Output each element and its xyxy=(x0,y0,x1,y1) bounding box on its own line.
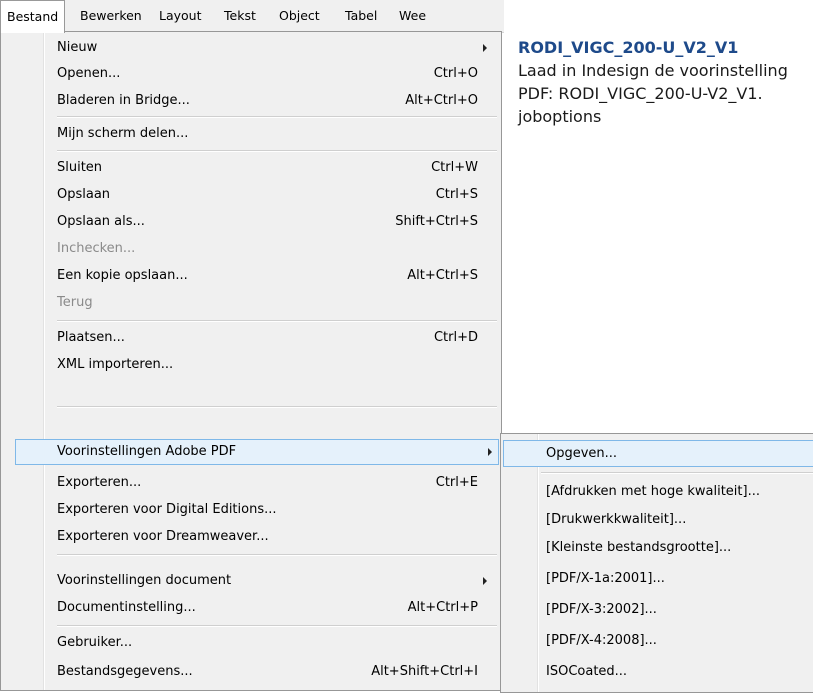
menu-bewerken[interactable]: Bewerken xyxy=(80,0,142,32)
menu-item-shortcut: Ctrl+S xyxy=(435,187,478,202)
menu-item-shortcut: Alt+Ctrl+S xyxy=(407,268,478,283)
menu-item-voorinstellingen-document[interactable]: Voorinstellingen document xyxy=(15,568,493,594)
menu-item-shortcut: Alt+Shift+Ctrl+I xyxy=(371,664,478,679)
menu-item-label: Openen... xyxy=(57,66,121,81)
instruction-note: RODI_VIGC_200-U_V2_V1 Laad in Indesign d… xyxy=(518,36,810,128)
menu-item-label: Sluiten xyxy=(57,160,103,175)
menu-item-opslaan[interactable]: Opslaan Ctrl+S xyxy=(15,182,493,208)
menu-separator xyxy=(57,625,497,627)
menu-object[interactable]: Object xyxy=(279,0,320,32)
menu-item-documentinstelling[interactable]: Documentinstelling... Alt+Ctrl+P xyxy=(15,595,493,621)
menu-item-bestandsgegevens[interactable]: Bestandsgegevens... Alt+Shift+Ctrl+I xyxy=(15,659,493,685)
note-body: Laad in Indesign de voorinstelling PDF: … xyxy=(518,61,788,126)
submenu-item-label: ISOCoated... xyxy=(546,664,628,679)
menu-item-label: Exporteren... xyxy=(57,475,142,490)
submenu-item-drukwerkkwaliteit[interactable]: [Drukwerkkwaliteit]... xyxy=(503,506,813,533)
menu-item-label: Mijn scherm delen... xyxy=(57,126,189,141)
menu-item-shortcut: Ctrl+D xyxy=(433,330,478,345)
menu-item-nieuw[interactable]: Nieuw xyxy=(15,35,493,61)
menu-item-exporteren-digital-editions[interactable]: Exporteren voor Digital Editions... xyxy=(15,497,493,523)
menu-item-exporteren[interactable]: Exporteren... Ctrl+E xyxy=(15,470,493,496)
menu-item-sluiten[interactable]: Sluiten Ctrl+W xyxy=(15,155,493,181)
menu-item-label: Inchecken... xyxy=(57,241,136,256)
menu-item-openen[interactable]: Openen... Ctrl+O xyxy=(15,61,493,87)
menu-item-label: Opslaan xyxy=(57,187,111,202)
menu-separator xyxy=(57,116,497,118)
bestand-dropdown: Nieuw Openen... Ctrl+O Bladeren in Bridg… xyxy=(0,31,502,691)
menu-item-label: Exporteren voor Digital Editions... xyxy=(57,502,277,517)
menu-item-voorinstellingen-adobe-pdf[interactable]: Voorinstellingen Adobe PDF xyxy=(15,439,499,465)
menu-item-label: Een kopie opslaan... xyxy=(57,268,188,283)
menu-item-label: Gebruiker... xyxy=(57,635,133,650)
submenu-arrow-icon xyxy=(483,44,487,52)
menu-item-shortcut: Ctrl+O xyxy=(433,66,478,81)
menu-item-label: Plaatsen... xyxy=(57,330,125,345)
menu-tekst[interactable]: Tekst xyxy=(224,0,256,32)
submenu-item-label: [Afdrukken met hoge kwaliteit]... xyxy=(546,484,760,499)
menu-bestand[interactable]: Bestand xyxy=(0,0,66,33)
menu-item-label: Voorinstellingen Adobe PDF xyxy=(57,444,237,459)
menu-item-label: Bladeren in Bridge... xyxy=(57,93,190,108)
menu-item-label: Voorinstellingen document xyxy=(57,573,232,588)
menu-item-shortcut: Ctrl+W xyxy=(431,160,478,175)
menu-item-shortcut: Alt+Ctrl+P xyxy=(407,600,478,615)
menu-item-plaatsen[interactable]: Plaatsen... Ctrl+D xyxy=(15,325,493,351)
menu-item-label: XML importeren... xyxy=(57,357,174,372)
submenu-item-label: [Drukwerkkwaliteit]... xyxy=(546,512,687,527)
menu-item-label: Documentinstelling... xyxy=(57,600,196,615)
menu-item-label: Exporteren voor Dreamweaver... xyxy=(57,529,269,544)
submenu-item-kleinste-bestandsgrootte[interactable]: [Kleinste bestandsgrootte]... xyxy=(503,534,813,561)
menu-item-shortcut: Alt+Ctrl+O xyxy=(405,93,478,108)
menu-item-een-kopie-opslaan[interactable]: Een kopie opslaan... Alt+Ctrl+S xyxy=(15,263,493,289)
menu-item-exporteren-dreamweaver[interactable]: Exporteren voor Dreamweaver... xyxy=(15,524,493,550)
menu-item-bladeren-in-bridge[interactable]: Bladeren in Bridge... Alt+Ctrl+O xyxy=(15,88,493,114)
submenu-item-pdfx-1a-2001[interactable]: [PDF/X-1a:2001]... xyxy=(503,565,813,592)
submenu-item-afdrukken-hoge-kwaliteit[interactable]: [Afdrukken met hoge kwaliteit]... xyxy=(503,478,813,505)
submenu-item-label: Opgeven... xyxy=(546,446,618,461)
menu-item-label: Opslaan als... xyxy=(57,214,145,229)
adobe-pdf-presets-submenu: Opgeven... [Afdrukken met hoge kwaliteit… xyxy=(500,433,813,693)
menu-separator xyxy=(57,554,497,556)
submenu-arrow-icon xyxy=(483,577,487,585)
menu-item-gebruiker[interactable]: Gebruiker... xyxy=(15,630,493,656)
menu-item-xml-importeren[interactable]: XML importeren... xyxy=(15,352,493,378)
menu-item-inchecken: Inchecken... xyxy=(15,236,493,262)
menu-layout[interactable]: Layout xyxy=(159,0,202,32)
submenu-item-isocoated[interactable]: ISOCoated... xyxy=(503,658,813,685)
menu-separator xyxy=(57,320,497,322)
menu-item-mijn-scherm-delen[interactable]: Mijn scherm delen... xyxy=(15,121,493,147)
submenu-arrow-icon xyxy=(488,448,492,456)
note-title: RODI_VIGC_200-U_V2_V1 xyxy=(518,38,739,57)
menu-separator xyxy=(57,406,497,408)
menu-bestand-label: Bestand xyxy=(7,9,59,24)
menu-tabel[interactable]: Tabel xyxy=(345,0,377,32)
menu-bar: Bestand Bewerken Layout Tekst Object Tab… xyxy=(0,0,504,33)
submenu-separator xyxy=(541,472,813,474)
menu-item-label: Terug xyxy=(57,295,93,310)
menu-item-label: Bestandsgegevens... xyxy=(57,664,193,679)
submenu-item-pdfx-4-2008[interactable]: [PDF/X-4:2008]... xyxy=(503,627,813,654)
submenu-item-label: [PDF/X-1a:2001]... xyxy=(546,571,665,586)
submenu-item-pdfx-3-2002[interactable]: [PDF/X-3:2002]... xyxy=(503,596,813,623)
menu-item-shortcut: Shift+Ctrl+S xyxy=(395,214,478,229)
menu-item-opslaan-als[interactable]: Opslaan als... Shift+Ctrl+S xyxy=(15,209,493,235)
menu-item-terug: Terug xyxy=(15,290,493,316)
menu-item-shortcut: Ctrl+E xyxy=(435,475,478,490)
menu-separator xyxy=(57,150,497,152)
submenu-item-label: [PDF/X-3:2002]... xyxy=(546,602,657,617)
submenu-item-label: [Kleinste bestandsgrootte]... xyxy=(546,540,732,555)
submenu-item-opgeven[interactable]: Opgeven... xyxy=(503,440,813,467)
menu-weergave[interactable]: Wee xyxy=(399,0,426,32)
submenu-item-label: [PDF/X-4:2008]... xyxy=(546,633,657,648)
menu-item-label: Nieuw xyxy=(57,40,98,55)
